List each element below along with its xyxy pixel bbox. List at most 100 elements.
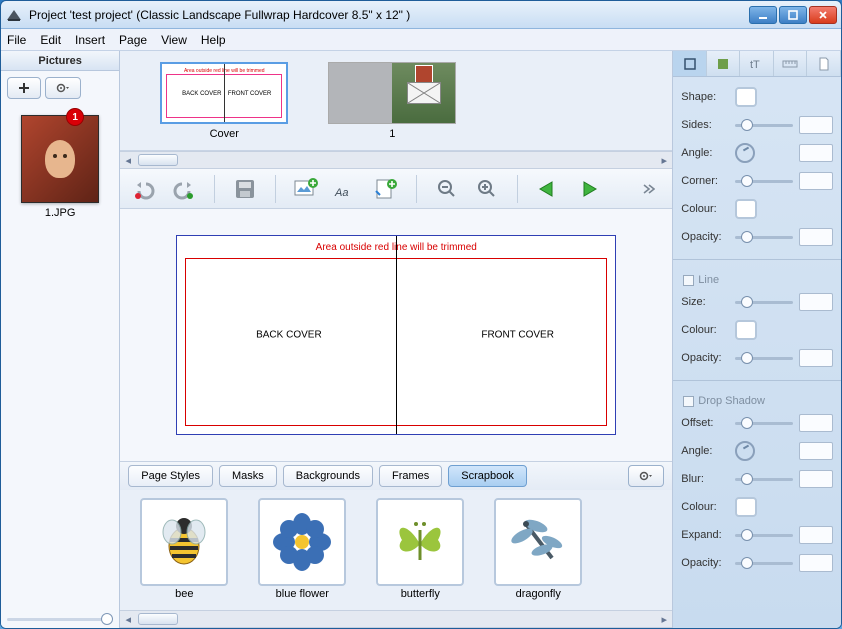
label-offset: Offset: [681,417,729,429]
section-fill: Shape: Sides: Angle: Corner: Colour: Opa… [673,77,841,255]
corner-slider[interactable] [735,180,793,183]
add-page-button[interactable] [372,175,400,203]
angle-value[interactable] [799,144,833,162]
prop-tab-image[interactable] [707,51,741,76]
app-window: Project 'test project' (Classic Landscap… [0,0,842,629]
redo-button[interactable] [170,175,198,203]
menu-page[interactable]: Page [119,33,147,47]
fill-colour-picker[interactable] [735,199,757,219]
label-shadow-colour: Colour: [681,501,729,513]
center-area: Area outside red line will be trimmed BA… [120,51,673,628]
asset-item[interactable]: blue flower [258,498,346,600]
scroll-right-icon[interactable]: ▸ [656,152,672,168]
spread-caption: Cover [160,128,288,140]
spread-cover[interactable]: Area outside red line will be trimmed BA… [160,62,288,140]
scroll-left-icon[interactable]: ◂ [120,611,136,627]
spread-page-1[interactable]: 1 [328,62,456,140]
pictures-header: Pictures [1,51,119,71]
pictures-panel: Pictures 1 1.JPG [1,51,120,628]
picture-zoom-slider[interactable] [1,610,119,628]
assets-scrollbar[interactable]: ◂ ▸ [120,610,672,628]
cover-canvas[interactable]: Area outside red line will be trimmed BA… [176,235,616,435]
asset-item[interactable]: bee [140,498,228,600]
line-colour-picker[interactable] [735,320,757,340]
menu-edit[interactable]: Edit [40,33,61,47]
picture-options-button[interactable] [45,77,81,99]
asset-caption: butterfly [376,588,464,600]
add-image-button[interactable] [292,175,320,203]
tab-frames[interactable]: Frames [379,465,442,487]
scroll-right-icon[interactable]: ▸ [656,611,672,627]
shadow-colour-picker[interactable] [735,497,757,517]
zoom-in-button[interactable] [473,175,501,203]
canvas-area[interactable]: Area outside red line will be trimmed BA… [120,209,672,461]
line-checkbox[interactable] [683,275,694,286]
tab-scrapbook[interactable]: Scrapbook [448,465,527,487]
prev-page-button[interactable] [534,175,562,203]
shadow-offset-slider[interactable] [735,422,793,425]
add-picture-button[interactable] [7,77,41,99]
line-opacity-value[interactable] [799,349,833,367]
tab-page-styles[interactable]: Page Styles [128,465,213,487]
add-text-button[interactable]: Aa [332,175,360,203]
prop-tab-page[interactable] [807,51,841,76]
minimize-button[interactable] [749,6,777,24]
shadow-offset-value[interactable] [799,414,833,432]
close-button[interactable] [809,6,837,24]
shadow-section-label: Drop Shadow [698,395,765,407]
line-size-slider[interactable] [735,301,793,304]
spine-line [396,236,397,434]
next-page-button[interactable] [574,175,602,203]
menu-help[interactable]: Help [201,33,226,47]
prop-tab-shape[interactable] [673,51,707,76]
scroll-left-icon[interactable]: ◂ [120,152,136,168]
fill-opacity-slider[interactable] [735,236,793,239]
shadow-blur-value[interactable] [799,470,833,488]
shadow-expand-value[interactable] [799,526,833,544]
shadow-opacity-value[interactable] [799,554,833,572]
picture-thumbnail[interactable]: 1 [21,115,99,203]
asset-caption: dragonfly [494,588,582,600]
sides-value[interactable] [799,116,833,134]
property-tabs: tT [673,51,841,77]
label-shadow-opacity: Opacity: [681,557,729,569]
editor-toolbar: Aa [120,169,672,209]
picture-caption: 1.JPG [7,207,113,219]
save-button[interactable] [231,175,259,203]
zoom-out-button[interactable] [433,175,461,203]
asset-item[interactable]: dragonfly [494,498,582,600]
label-expand: Expand: [681,529,729,541]
shadow-angle-value[interactable] [799,442,833,460]
tab-backgrounds[interactable]: Backgrounds [283,465,373,487]
toolbar-overflow-icon[interactable] [634,175,662,203]
shadow-angle-dial[interactable] [735,441,755,461]
shadow-expand-slider[interactable] [735,534,793,537]
window-title: Project 'test project' (Classic Landscap… [29,8,749,22]
menu-view[interactable]: View [161,33,187,47]
shadow-opacity-slider[interactable] [735,562,793,565]
prop-tab-text[interactable]: tT [740,51,774,76]
asset-item[interactable]: butterfly [376,498,464,600]
menu-insert[interactable]: Insert [75,33,105,47]
line-opacity-slider[interactable] [735,357,793,360]
shape-picker[interactable] [735,87,757,107]
line-size-value[interactable] [799,293,833,311]
main-area: Pictures 1 1.JPG Area outside red line [1,51,841,628]
corner-value[interactable] [799,172,833,190]
label-line-opacity: Opacity: [681,352,729,364]
maximize-button[interactable] [779,6,807,24]
app-icon [5,6,23,24]
tab-masks[interactable]: Masks [219,465,277,487]
label-colour: Colour: [681,203,729,215]
sides-slider[interactable] [735,124,793,127]
shadow-blur-slider[interactable] [735,478,793,481]
asset-options-button[interactable] [628,465,664,487]
prop-tab-ruler[interactable] [774,51,808,76]
shadow-checkbox[interactable] [683,396,694,407]
menu-file[interactable]: File [7,33,26,47]
spreads-scrollbar[interactable]: ◂ ▸ [120,151,672,169]
fill-opacity-value[interactable] [799,228,833,246]
angle-dial[interactable] [735,143,755,163]
label-line-colour: Colour: [681,324,729,336]
undo-button[interactable] [130,175,158,203]
